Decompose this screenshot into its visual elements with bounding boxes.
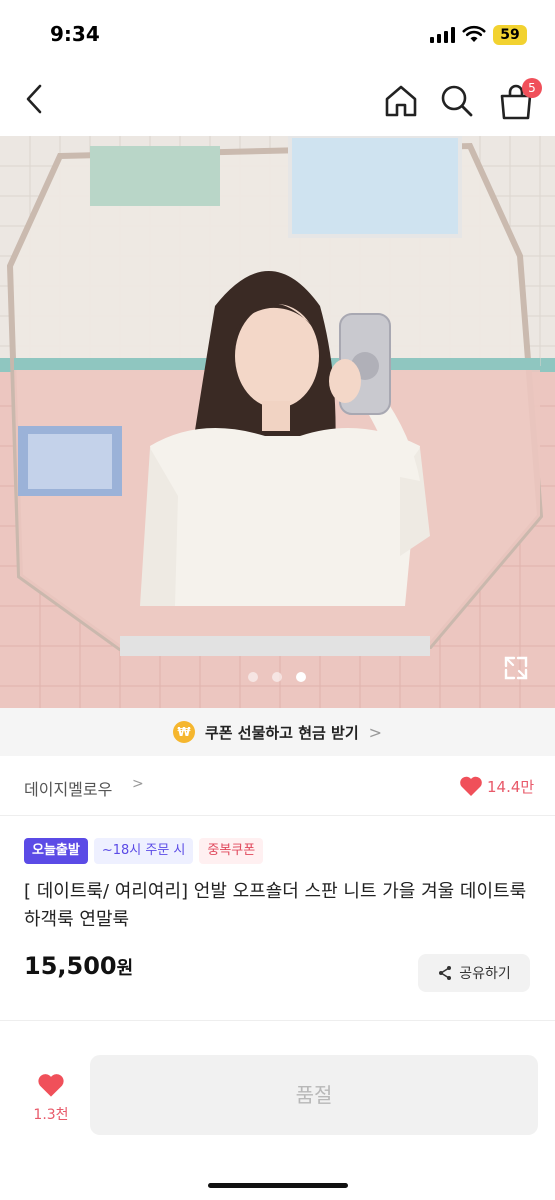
- chevron-right-icon: >: [368, 722, 383, 742]
- chevron-left-icon[interactable]: [18, 82, 52, 116]
- today-shipping-badge: 오늘출발: [24, 838, 88, 864]
- status-time: 9:34: [50, 22, 100, 46]
- product-photo-illustration: [0, 136, 555, 708]
- store-like-count: 14.4만: [487, 778, 535, 796]
- won-coin-icon: ₩: [172, 721, 195, 743]
- coupon-gift-banner[interactable]: ₩ 쿠폰 선물하고 현금 받기 >: [0, 708, 555, 756]
- battery-indicator: 59: [493, 25, 527, 45]
- heart-icon: [38, 1074, 64, 1097]
- carousel-dot[interactable]: [248, 672, 258, 682]
- carousel-dot[interactable]: [272, 672, 282, 682]
- status-bar: 9:34 59: [0, 0, 555, 62]
- price-row: 15,500원: [24, 952, 133, 980]
- share-label: 공유하기: [459, 966, 511, 982]
- heart-icon[interactable]: [459, 775, 483, 797]
- expand-icon[interactable]: [502, 654, 530, 682]
- product-price: 15,500: [24, 952, 117, 980]
- top-nav-bar: 5: [0, 62, 555, 136]
- product-badges: 오늘출발 ~18시 주문 시 중복쿠폰: [24, 838, 269, 864]
- share-button[interactable]: 공유하기: [418, 954, 530, 992]
- home-icon[interactable]: [382, 82, 420, 120]
- wifi-icon: [462, 25, 486, 42]
- coupon-banner-text: 쿠폰 선물하고 현금 받기: [204, 723, 359, 742]
- store-name[interactable]: 데이지멜로우: [24, 776, 112, 800]
- home-indicator: [208, 1183, 348, 1188]
- chevron-right-icon: >: [132, 776, 144, 792]
- search-icon[interactable]: [438, 82, 476, 120]
- section-divider: [0, 1020, 555, 1021]
- cart-count-badge: 5: [522, 78, 542, 98]
- bottom-like-count: 1.3천: [33, 1107, 69, 1123]
- cellular-signal-icon: [430, 27, 456, 43]
- product-title: [ 데이트룩/ 여리여리] 언발 오프숄더 스판 니트 가을 겨울 데이트룩 하…: [24, 881, 527, 930]
- product-image[interactable]: [0, 136, 555, 708]
- soldout-button[interactable]: 품절: [90, 1055, 538, 1135]
- carousel-dot-active[interactable]: [296, 672, 306, 682]
- share-icon: [439, 966, 452, 980]
- price-unit: 원: [116, 958, 134, 979]
- store-row[interactable]: 데이지멜로우 > 14.4만: [0, 756, 555, 816]
- duplicate-coupon-badge: 중복쿠폰: [199, 838, 264, 864]
- order-deadline-badge: ~18시 주문 시: [93, 838, 194, 864]
